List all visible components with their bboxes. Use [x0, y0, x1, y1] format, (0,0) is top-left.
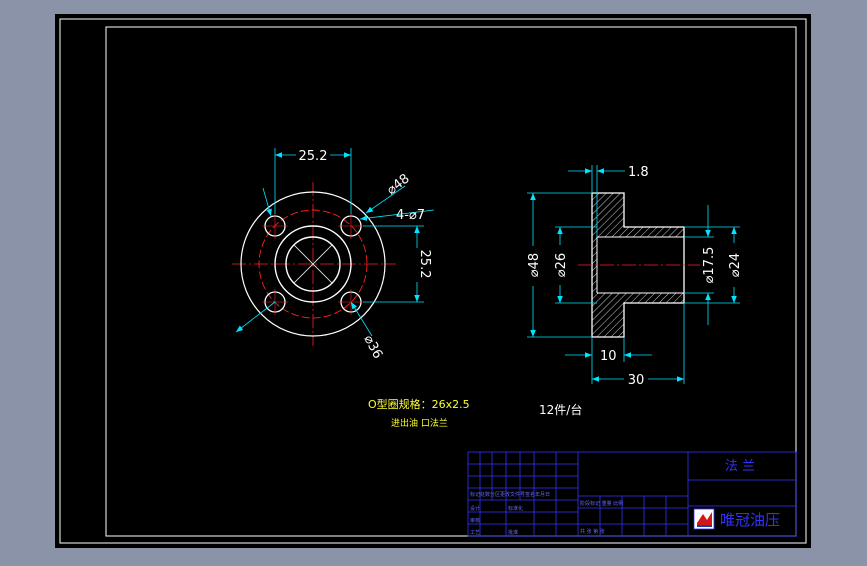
dim-width-label: 25.2 — [299, 149, 328, 164]
qty-note: 12件/台 — [539, 402, 582, 417]
svg-text:设计: 设计 — [470, 505, 480, 512]
dia-outer-side-label: ⌀48 — [527, 253, 542, 277]
svg-text:标记处数分区更改文件号签名年月日: 标记处数分区更改文件号签名年月日 — [470, 491, 550, 498]
dim-height-label: 25.2 — [417, 250, 432, 279]
dia-hub-inner-label: ⌀17.5 — [702, 247, 717, 284]
svg-text:批准: 批准 — [508, 529, 518, 536]
drawing-viewport: 25.2 25.2 ⌀48 4-⌀7 ⌀36 1.8 ⌀48 ⌀26 ⌀17.5… — [0, 0, 867, 562]
svg-text:审核: 审核 — [470, 517, 480, 524]
svg-text:工艺: 工艺 — [470, 530, 480, 536]
paper-sheet — [55, 14, 811, 548]
dia-hub-outer-label: ⌀24 — [728, 253, 743, 277]
company-logo-icon — [693, 508, 715, 530]
part-name: 法 兰 — [725, 459, 755, 474]
company-name: 唯冠油压 — [720, 511, 780, 529]
oring-spec-note: O型圈规格：26x2.5 — [368, 397, 470, 411]
svg-text:共 张 第 张: 共 张 第 张 — [580, 528, 605, 535]
dim-thk-label: 10 — [600, 349, 617, 364]
port-desc-note: 进出油 口法兰 — [391, 417, 448, 429]
svg-text:阶段标记 重量 比例: 阶段标记 重量 比例 — [580, 500, 623, 507]
dim-length-label: 30 — [628, 373, 645, 388]
dia-bore-label: ⌀26 — [554, 253, 569, 277]
dim-step-label: 1.8 — [628, 165, 649, 180]
svg-text:标准化: 标准化 — [508, 505, 523, 512]
holes-label: 4-⌀7 — [396, 208, 425, 223]
cad-drawing: 25.2 25.2 ⌀48 4-⌀7 ⌀36 1.8 ⌀48 ⌀26 ⌀17.5… — [55, 14, 811, 548]
